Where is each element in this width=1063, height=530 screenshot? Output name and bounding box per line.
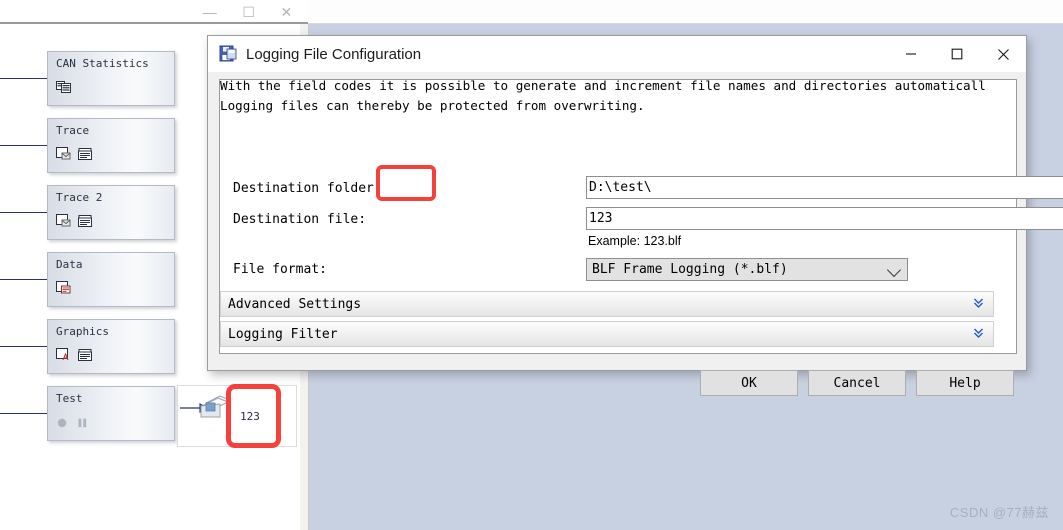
block-icons (56, 147, 92, 161)
description-line-2: Logging files can thereby be protected f… (220, 98, 645, 113)
destination-folder-label: Destination folder (233, 181, 374, 196)
logging-file-icon (200, 395, 232, 418)
section-logging-filter[interactable]: Logging Filter (220, 321, 994, 347)
data-window-icon (56, 281, 71, 294)
block-icons (56, 80, 72, 94)
close-icon (997, 48, 1009, 60)
logging-block-node[interactable]: 123 (177, 385, 297, 447)
destination-file-input[interactable]: 123 (586, 207, 1063, 230)
chevron-double-down-icon (973, 296, 984, 310)
block-icons (56, 415, 90, 429)
background-minimize-icon[interactable]: — (203, 5, 217, 19)
destination-folder-input[interactable]: D:\test\ (586, 176, 1063, 199)
file-format-value: BLF Frame Logging (*.blf) (592, 262, 788, 277)
dialog-window-controls (888, 36, 1026, 72)
block-title: Test (56, 392, 83, 405)
file-format-label: File format: (233, 262, 327, 277)
minimize-icon (906, 53, 916, 55)
background-window-titlebar-right (308, 0, 1063, 24)
section-label: Advanced Settings (228, 296, 362, 312)
logging-node-label: 123 (240, 410, 260, 423)
graphics-log-icon (78, 349, 92, 361)
file-format-select[interactable]: BLF Frame Logging (*.blf) (586, 258, 908, 281)
measurement-block-trace-2[interactable]: Trace 2 (47, 185, 175, 240)
trace-log-icon (78, 215, 92, 227)
dialog-description: With the field codes it is possible to g… (220, 76, 1006, 116)
block-title: Trace (56, 124, 90, 137)
dialog-title: Logging File Configuration (246, 45, 422, 63)
dialog-titlebar[interactable]: Logging File Configuration (208, 36, 1026, 72)
pause-icon (78, 418, 87, 428)
measurement-block-trace[interactable]: Trace (47, 118, 175, 173)
example-filename-note: Example: 123.blf (588, 234, 682, 248)
cancel-button[interactable]: Cancel (808, 370, 906, 396)
measurement-block-test[interactable]: Test (47, 386, 175, 441)
dialog-close-button[interactable] (980, 36, 1026, 72)
section-advanced-settings[interactable]: Advanced Settings (220, 291, 994, 317)
block-title: Data (56, 258, 83, 271)
block-title: Trace 2 (56, 191, 103, 204)
dialog-minimize-button[interactable] (888, 36, 934, 72)
logging-config-icon (219, 45, 237, 62)
description-line-1: With the field codes it is possible to g… (220, 78, 986, 93)
help-button[interactable]: Help (916, 370, 1014, 396)
block-title: Graphics (56, 325, 109, 338)
chevron-double-down-icon (973, 326, 984, 340)
background-maximize-icon[interactable]: ☐ (242, 5, 255, 19)
measurement-block-can-statistics[interactable]: CAN Statistics (47, 51, 175, 106)
graphics-window-icon (56, 348, 69, 361)
ok-button[interactable]: OK (700, 370, 798, 396)
block-title: CAN Statistics (56, 57, 149, 70)
chevron-down-icon (886, 262, 902, 278)
statistics-grid-icon (56, 81, 71, 93)
maximize-icon (951, 48, 963, 60)
dialog-maximize-button[interactable] (934, 36, 980, 72)
block-icons (56, 214, 92, 228)
section-label: Logging Filter (228, 326, 338, 342)
screen-root: — ☐ ✕ CAN Statistics Trace Trace 2 Data … (0, 0, 1063, 530)
block-icons (56, 348, 92, 362)
record-dot-icon (57, 418, 67, 428)
block-icons (56, 281, 72, 295)
destination-file-label: Destination file: (233, 212, 367, 227)
trace-window-icon (56, 214, 71, 227)
background-window-controls[interactable]: — ☐ ✕ (190, 2, 305, 22)
watermark: CSDN @77赫兹 (949, 505, 1049, 520)
logging-file-configuration-dialog: Logging File Configuration With the fiel… (207, 35, 1063, 396)
background-close-icon[interactable]: ✕ (280, 5, 292, 19)
trace-log-icon (78, 148, 92, 160)
measurement-block-data[interactable]: Data (47, 252, 175, 307)
trace-window-icon (56, 147, 71, 160)
measurement-block-graphics[interactable]: Graphics (47, 319, 175, 374)
